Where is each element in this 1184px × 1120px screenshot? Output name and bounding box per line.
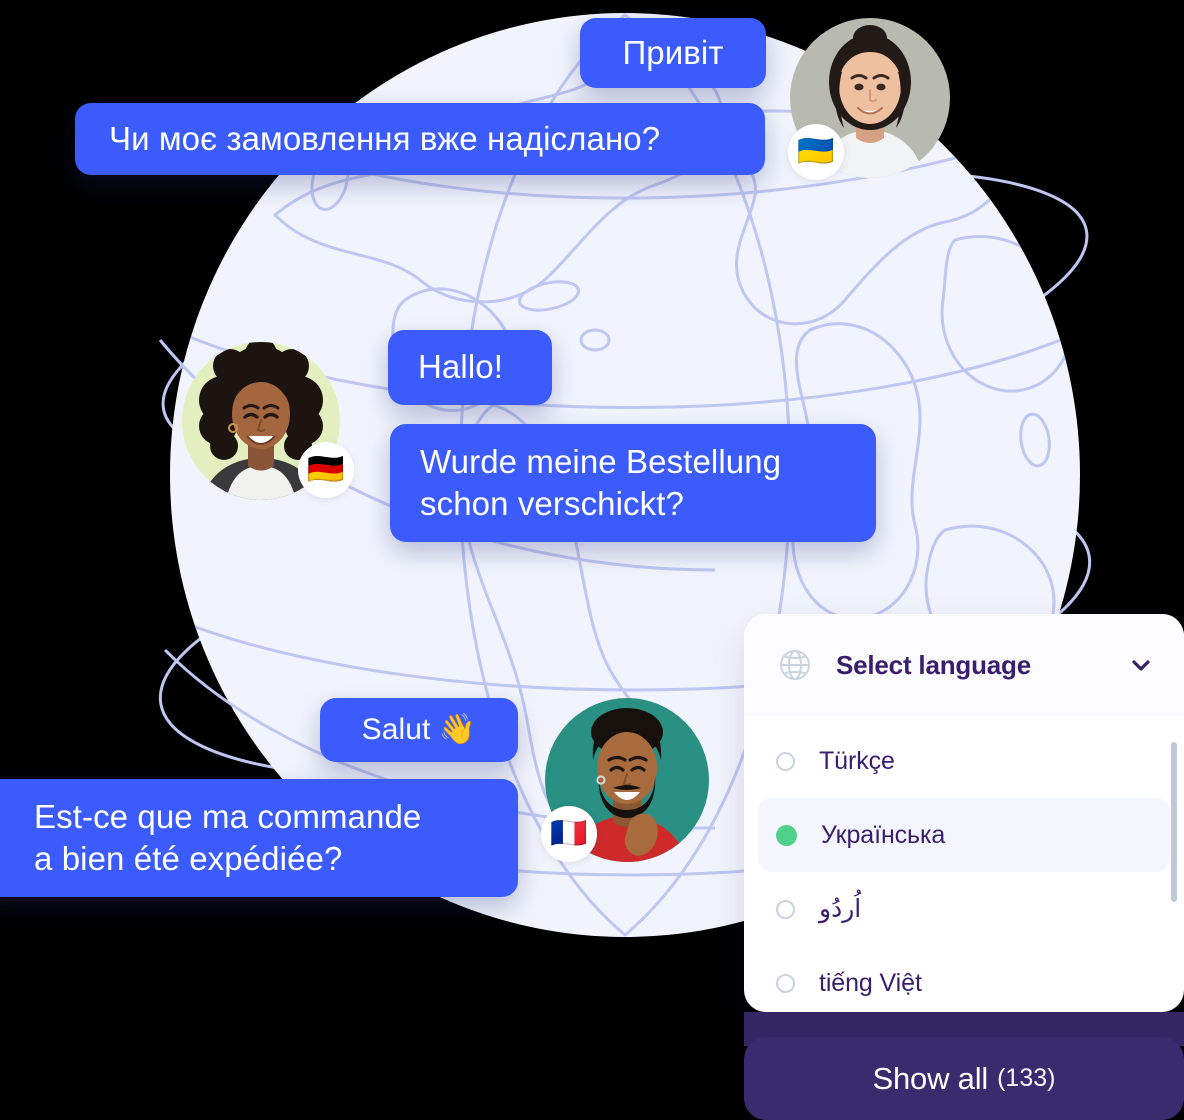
bubble-text-line-1: Wurde meine Bestellung xyxy=(420,442,782,480)
language-option-label: Українська xyxy=(821,820,946,849)
bubble-text: Hallo! xyxy=(418,348,503,386)
show-all-label: Show all xyxy=(872,1060,989,1096)
avatar-french-user: 🇫🇷 xyxy=(541,698,709,862)
bubble-text-block: Wurde meine Bestellung schon verschickt? xyxy=(420,441,781,525)
chat-bubble-german-question: Wurde meine Bestellung schon verschickt? xyxy=(390,424,876,542)
avatar-ukrainian-user: 🇺🇦 xyxy=(788,18,950,180)
language-selector-title: Select language xyxy=(836,649,1031,680)
ukraine-flag-icon: 🇺🇦 xyxy=(788,124,844,180)
language-option-label: tiếng Việt xyxy=(819,968,922,997)
bubble-text-line-1: Est-ce que ma commande xyxy=(34,797,422,835)
bubble-text: Привіт xyxy=(622,33,724,71)
language-option-turkce[interactable]: Türkçe xyxy=(758,724,1170,798)
bubble-text-line-2: a bien été expédiée? xyxy=(34,840,343,877)
language-option-urdu[interactable]: اُردُو xyxy=(758,872,1170,946)
language-selector-panel[interactable]: Select language Türkçe Українська اُردُو xyxy=(744,614,1184,1012)
radio-button[interactable] xyxy=(776,899,795,919)
chat-bubble-german-greeting: Hallo! xyxy=(388,330,552,405)
illustration-stage: Привіт Чи моє замовлення вже надіслано? xyxy=(0,0,1184,1120)
bubble-text-line-2: schon verschickt? xyxy=(420,485,684,522)
radio-button[interactable] xyxy=(776,751,795,771)
globe-icon xyxy=(776,646,814,684)
language-option-ukrainska[interactable]: Українська xyxy=(758,798,1170,872)
germany-flag-icon: 🇩🇪 xyxy=(298,442,354,498)
language-options-list: Türkçe Українська اُردُو tiếng Việt xyxy=(744,716,1184,1012)
chat-bubble-french-greeting: Salut 👋 xyxy=(320,698,518,762)
radio-button-selected[interactable] xyxy=(776,824,797,846)
chevron-down-icon[interactable] xyxy=(1128,652,1154,678)
language-list-scrollbar[interactable] xyxy=(1171,742,1177,902)
show-all-button[interactable]: Show all (133) xyxy=(744,1037,1184,1120)
bubble-text: Salut 👋 xyxy=(361,712,477,746)
bubble-text: Чи моє замовлення вже надіслано? xyxy=(109,119,661,157)
show-all-count: (133) xyxy=(997,1064,1056,1092)
avatar-german-user: 🇩🇪 xyxy=(182,342,354,500)
language-option-tieng-viet[interactable]: tiếng Việt xyxy=(758,946,1170,1012)
chat-bubble-ukrainian-question: Чи моє замовлення вже надіслано? xyxy=(75,103,765,175)
france-flag-icon: 🇫🇷 xyxy=(541,806,597,862)
language-selector-header[interactable]: Select language xyxy=(744,614,1184,716)
chat-bubble-ukrainian-greeting: Привіт xyxy=(580,18,766,88)
language-option-label: Türkçe xyxy=(819,746,895,775)
bubble-text-block: Est-ce que ma commande a bien été expédi… xyxy=(34,796,421,880)
language-option-label: اُردُو xyxy=(819,895,862,923)
chat-bubble-french-question: Est-ce que ma commande a bien été expédi… xyxy=(0,779,518,897)
radio-button[interactable] xyxy=(776,973,795,993)
